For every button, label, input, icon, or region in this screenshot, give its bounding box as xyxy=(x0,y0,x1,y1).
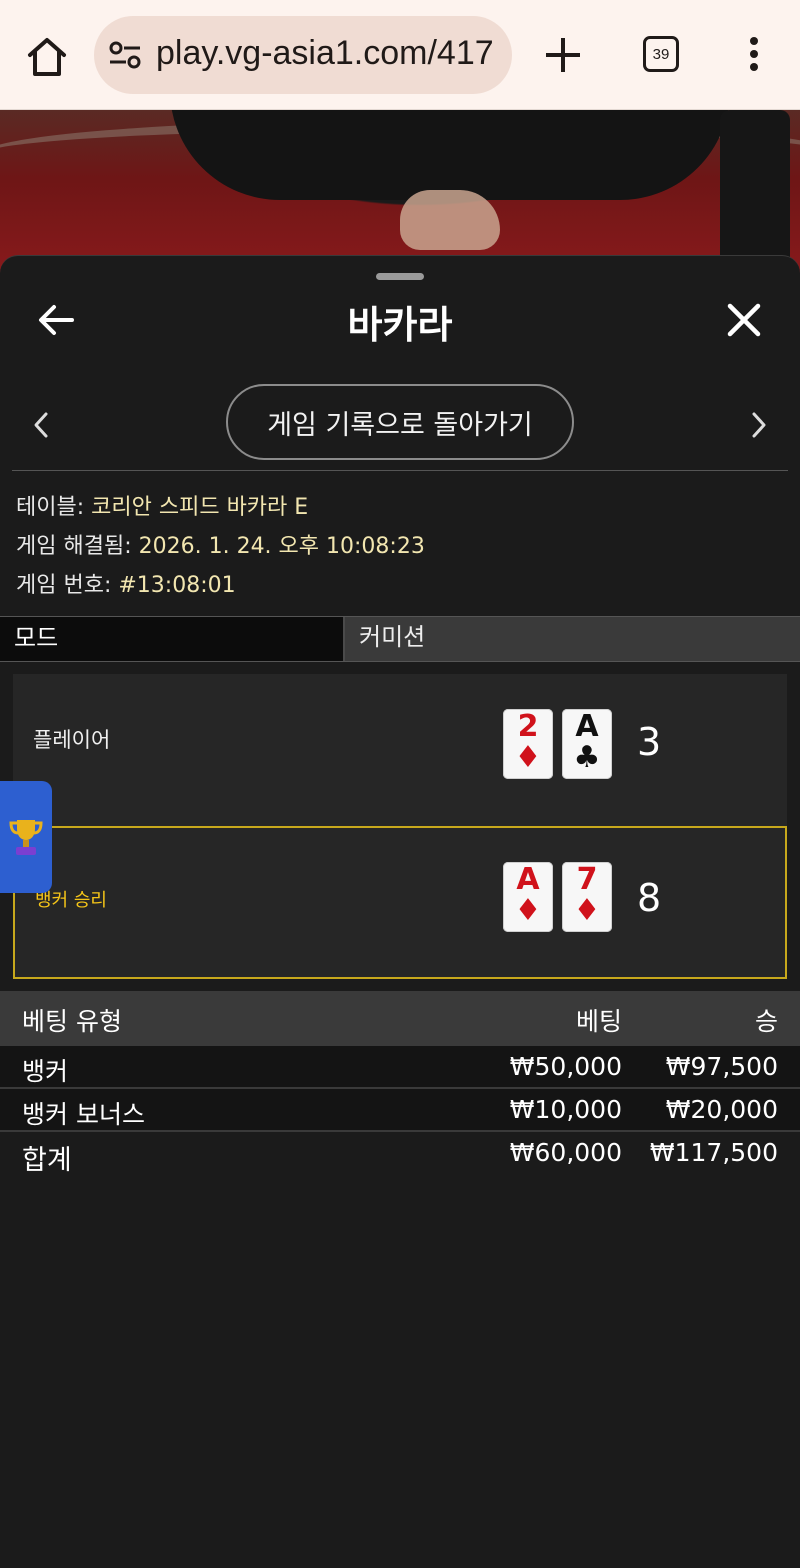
settled-info: 게임 해결됨: 2026. 1. 24. 오후 10:08:23 xyxy=(16,528,425,560)
divider xyxy=(12,470,788,471)
player-label: 플레이어 xyxy=(33,728,111,752)
browser-toolbar: play.vg-asia1.com/417 39 xyxy=(0,0,800,110)
mode-value: 커미션 xyxy=(359,623,426,651)
chevron-left-icon[interactable] xyxy=(30,410,52,440)
total-win: ₩117,500 xyxy=(649,1138,778,1167)
game-detail-sheet: 바카라 게임 기록으로 돌아가기 테이블: 코리안 스피드 바카라 E 게임 해… xyxy=(0,255,800,1568)
url-text[interactable]: play.vg-asia1.com/417 xyxy=(156,34,494,73)
table-header-row: 베팅 유형 베팅 승 xyxy=(0,991,800,1046)
player-score: 3 xyxy=(637,720,662,764)
tab-switcher-button[interactable]: 39 xyxy=(643,36,679,72)
table-label: 테이블: xyxy=(16,495,85,520)
more-vert-icon[interactable] xyxy=(740,36,768,76)
bet-amount-header: 베팅 xyxy=(575,1007,622,1036)
bet-type-cell: 뱅커 xyxy=(22,1057,69,1086)
bets-table: 베팅 유형 베팅 승 뱅커 ₩50,000 ₩97,500 뱅커 보너스 ₩10… xyxy=(0,991,800,1180)
win-amount-header: 승 xyxy=(754,1007,778,1036)
home-icon[interactable] xyxy=(22,32,72,82)
playing-card: 7 ♦ xyxy=(562,862,612,932)
table-info: 테이블: 코리안 스피드 바카라 E xyxy=(16,489,308,521)
playing-card: A ♣ xyxy=(562,709,612,779)
banker-hand: 뱅커 승리 A ♦ 7 ♦ 8 xyxy=(13,826,787,979)
table-total-row: 합계 ₩60,000 ₩117,500 xyxy=(0,1132,800,1180)
chevron-right-icon[interactable] xyxy=(748,410,770,440)
address-bar[interactable]: play.vg-asia1.com/417 xyxy=(94,16,512,94)
sheet-grab-handle[interactable] xyxy=(376,273,424,280)
table-row: 뱅커 ₩50,000 ₩97,500 xyxy=(0,1046,800,1089)
mode-label: 모드 xyxy=(0,617,345,661)
playing-card: 2 ♦ xyxy=(503,709,553,779)
total-bet: ₩60,000 xyxy=(509,1138,622,1167)
game-number-label: 게임 번호: xyxy=(16,573,112,598)
game-number-value: #13:08:01 xyxy=(118,573,236,598)
leaderboard-float-button[interactable] xyxy=(0,781,52,893)
bet-type-cell: 뱅커 보너스 xyxy=(22,1100,145,1129)
dealer-figure xyxy=(170,110,730,200)
diamond-suit-icon: ♦ xyxy=(573,893,601,928)
close-icon[interactable] xyxy=(726,302,762,338)
table-value: 코리안 스피드 바카라 E xyxy=(91,495,309,520)
win-amount-cell: ₩20,000 xyxy=(665,1095,778,1124)
playing-card: A ♦ xyxy=(503,862,553,932)
win-amount-cell: ₩97,500 xyxy=(665,1052,778,1081)
total-label: 합계 xyxy=(22,1145,72,1176)
settled-label: 게임 해결됨: xyxy=(16,534,132,559)
table-row: 뱅커 보너스 ₩10,000 ₩20,000 xyxy=(0,1089,800,1132)
diamond-suit-icon: ♦ xyxy=(514,893,542,928)
mode-bar: 모드 커미션 xyxy=(0,616,800,662)
plus-icon[interactable] xyxy=(540,32,586,78)
banker-score: 8 xyxy=(637,876,662,920)
sheet-title: 바카라 xyxy=(347,303,453,347)
dealer-hand xyxy=(400,190,500,250)
tune-icon[interactable] xyxy=(108,40,142,70)
diamond-suit-icon: ♦ xyxy=(514,740,542,775)
player-hand: 플레이어 2 ♦ A ♣ 3 xyxy=(13,674,787,827)
club-suit-icon: ♣ xyxy=(573,740,601,775)
bet-amount-cell: ₩10,000 xyxy=(509,1095,622,1124)
back-to-history-button[interactable]: 게임 기록으로 돌아가기 xyxy=(226,384,574,460)
trophy-icon xyxy=(9,820,43,855)
settled-value: 2026. 1. 24. 오후 10:08:23 xyxy=(138,534,425,559)
dealer-sleeve xyxy=(720,110,790,270)
bet-amount-cell: ₩50,000 xyxy=(509,1052,622,1081)
game-number-info: 게임 번호: #13:08:01 xyxy=(16,567,236,599)
bet-type-header: 베팅 유형 xyxy=(22,1007,122,1036)
